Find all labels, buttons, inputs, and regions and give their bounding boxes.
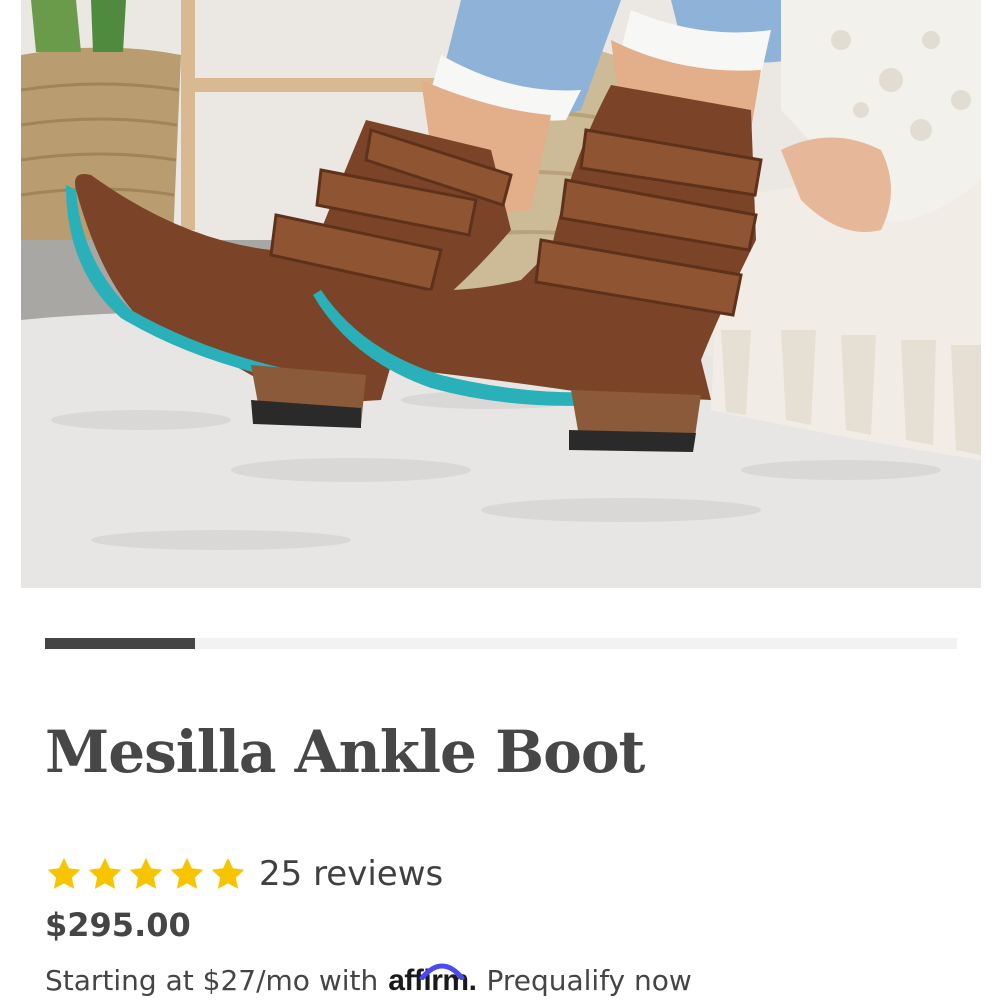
star-rating — [45, 855, 247, 893]
star-icon — [47, 857, 81, 889]
affirm-logo-icon: affirm. — [388, 963, 477, 998]
affirm-arc-icon — [419, 963, 465, 980]
product-title: Mesilla Ankle Boot — [45, 718, 645, 786]
star-icon — [88, 857, 122, 889]
product-price: $295.00 — [45, 906, 191, 944]
affirm-wordmark-period: . — [468, 964, 477, 997]
star-icon — [170, 857, 204, 889]
rating-row[interactable]: 25 reviews — [45, 852, 443, 896]
product-page: Mesilla Ankle Boot 25 reviews $295.00 St… — [0, 0, 1000, 1000]
carousel-progress-track[interactable] — [45, 638, 957, 649]
prequalify-link[interactable]: Prequalify now — [486, 964, 691, 997]
financing-message: Starting at $27/mo with affirm. Prequali… — [45, 963, 692, 998]
reviews-link[interactable]: 25 reviews — [259, 854, 443, 894]
star-icon — [129, 857, 163, 889]
product-photo-illustration — [21, 0, 981, 588]
carousel-progress-fill — [45, 638, 196, 649]
product-image[interactable] — [21, 0, 981, 588]
star-icon — [211, 857, 245, 889]
financing-text: Starting at $27/mo with — [45, 964, 379, 997]
